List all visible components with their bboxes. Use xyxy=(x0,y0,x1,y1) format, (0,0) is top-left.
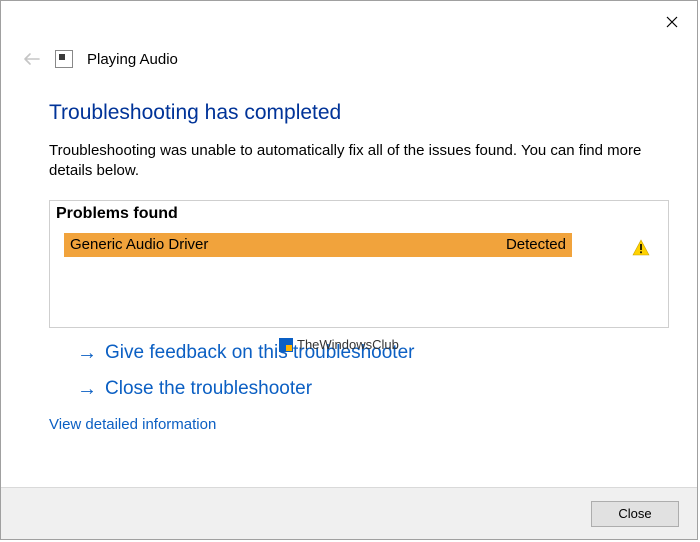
arrow-right-icon: → xyxy=(77,379,97,399)
troubleshooter-app-icon xyxy=(55,50,73,68)
give-feedback-label: Give feedback on this troubleshooter xyxy=(105,342,414,364)
problem-row[interactable]: Generic Audio Driver Detected xyxy=(64,233,572,257)
problems-heading: Problems found xyxy=(50,201,668,233)
footer-bar: Close xyxy=(1,487,697,539)
close-troubleshooter-link[interactable]: → Close the troubleshooter xyxy=(77,378,312,400)
view-detailed-info-link[interactable]: View detailed information xyxy=(49,416,216,433)
problem-name: Generic Audio Driver xyxy=(70,236,208,253)
problems-found-box: Problems found Generic Audio Driver Dete… xyxy=(49,200,669,328)
page-heading: Troubleshooting has completed xyxy=(49,101,669,125)
warning-icon xyxy=(632,239,650,257)
close-button[interactable]: Close xyxy=(591,501,679,527)
problem-status: Detected xyxy=(506,236,566,253)
header-row: Playing Audio xyxy=(21,49,178,69)
page-description: Troubleshooting was unable to automatica… xyxy=(49,141,659,182)
close-icon[interactable] xyxy=(661,11,683,33)
back-arrow-icon xyxy=(21,49,41,69)
close-troubleshooter-label: Close the troubleshooter xyxy=(105,378,312,400)
window-title: Playing Audio xyxy=(87,51,178,68)
arrow-right-icon: → xyxy=(77,343,97,363)
troubleshooter-window: Playing Audio Troubleshooting has comple… xyxy=(0,0,698,540)
main-content: Troubleshooting has completed Troublesho… xyxy=(49,101,669,433)
give-feedback-link[interactable]: → Give feedback on this troubleshooter xyxy=(77,342,414,364)
